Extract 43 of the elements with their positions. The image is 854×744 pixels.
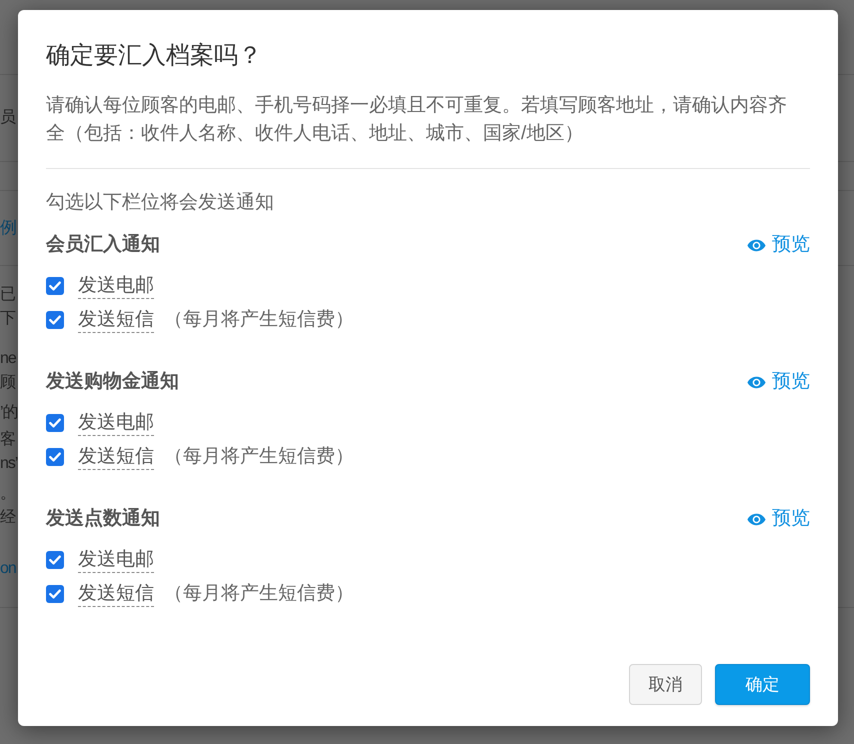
checkbox[interactable] [46, 585, 64, 603]
background-text: ne [0, 349, 16, 369]
option-label[interactable]: 发送电邮 [78, 274, 154, 298]
background-text: 经 [0, 508, 15, 528]
checkbox[interactable] [46, 448, 64, 466]
checkmark-icon [49, 452, 61, 462]
checkbox[interactable] [46, 311, 64, 329]
background-text: 客 [0, 430, 15, 450]
option-label[interactable]: 发送短信 [78, 582, 154, 606]
background-text: ns’ [0, 454, 18, 474]
option-label[interactable]: 发送短信 [78, 444, 154, 470]
checkmark-icon [49, 418, 61, 428]
checkmark-icon [49, 555, 61, 565]
background-text: ’的 [0, 403, 18, 423]
background-text: 顾 [0, 373, 15, 393]
section-title: 发送购物金通知 [46, 370, 179, 394]
checkbox[interactable] [46, 551, 64, 569]
checkmark-icon [49, 281, 61, 291]
fee-note: （每月将产生短信费） [164, 308, 354, 332]
option-label[interactable]: 发送电邮 [78, 548, 154, 572]
option-label[interactable]: 发送电邮 [78, 410, 154, 436]
background-text: on [0, 559, 16, 579]
dialog-title: 确定要汇入档案吗？ [46, 41, 263, 71]
eye-icon [747, 376, 766, 388]
background-heading: 例 [0, 217, 16, 239]
section-title: 发送点数通知 [46, 506, 160, 531]
cancel-button[interactable]: 取消 [629, 664, 702, 705]
background-text: 员 [0, 108, 15, 128]
dialog-description: 请确认每位顾客的电邮、手机号码择一必填且不可重复。若填写顾客地址，请确认内容齐全（包括：收件人名称、收件人电话、地址、城市、国家/地区） [46, 94, 788, 146]
fee-note: （每月将产生短信费） [164, 445, 354, 469]
section-title: 会员汇入通知 [46, 232, 160, 257]
eye-icon [747, 512, 766, 526]
checkbox[interactable] [46, 277, 64, 295]
option-label[interactable]: 发送短信 [78, 308, 154, 332]
eye-icon [747, 238, 766, 252]
fee-note: （每月将产生短信费） [164, 582, 354, 606]
checkbox[interactable] [46, 414, 64, 432]
background-text: 下 [0, 309, 15, 329]
notify-hint: 勾选以下栏位将会发送通知 [46, 191, 275, 215]
checkmark-icon [49, 589, 61, 599]
background-text: 。 [0, 484, 15, 504]
checkmark-icon [49, 315, 61, 325]
background-text: 已 [0, 285, 15, 305]
